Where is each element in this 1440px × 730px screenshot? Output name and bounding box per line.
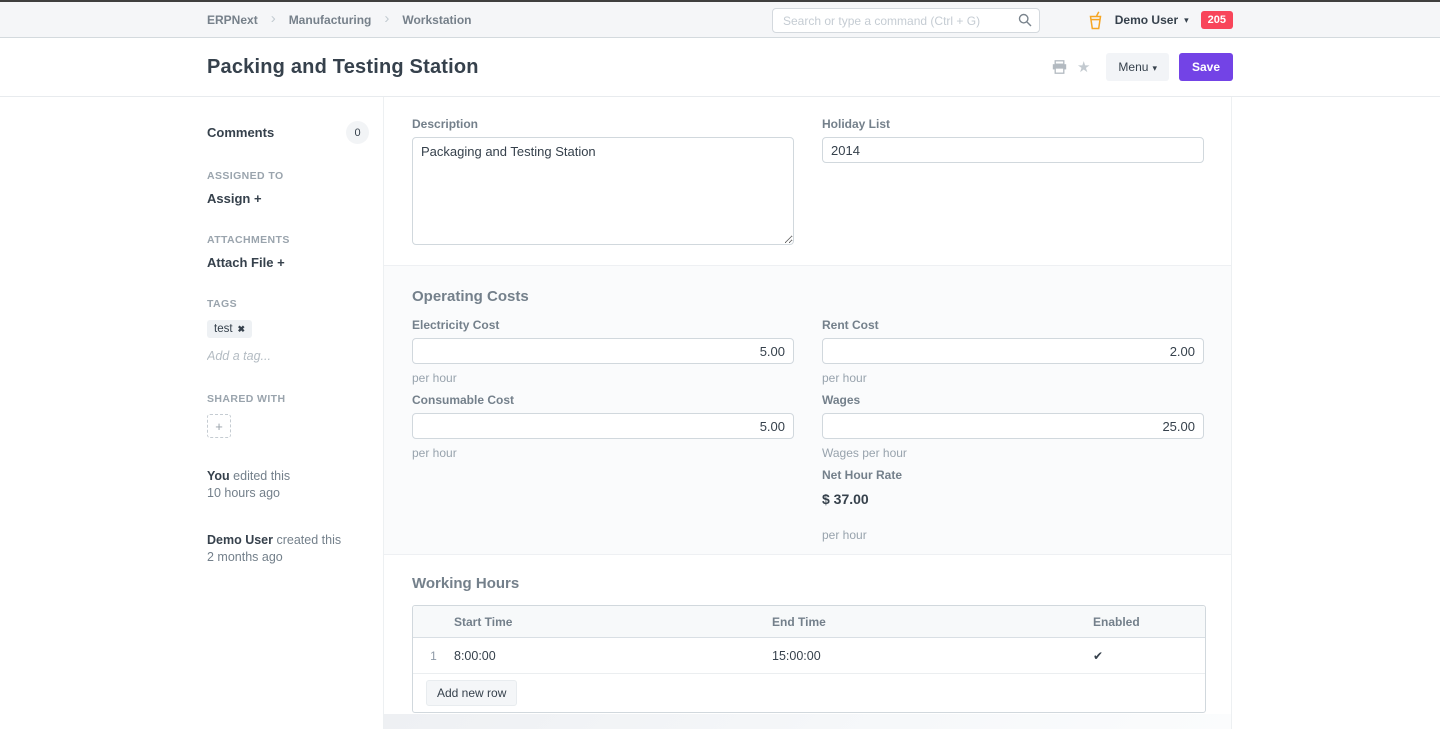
rent-cost-label: Rent Cost bbox=[822, 318, 1204, 332]
comments-count-badge: 0 bbox=[346, 121, 369, 144]
form-sidebar: Comments 0 ASSIGNED TO Assign + ATTACHME… bbox=[207, 97, 383, 729]
menu-button-label: Menu bbox=[1118, 60, 1148, 74]
breadcrumb-item-workstation[interactable]: Workstation bbox=[402, 13, 471, 27]
operating-costs-heading: Operating Costs bbox=[412, 288, 1204, 305]
section-operating-costs: Operating Costs Electricity Cost per hou… bbox=[384, 265, 1231, 555]
shared-with-label: SHARED WITH bbox=[207, 393, 369, 405]
working-hours-heading: Working Hours bbox=[412, 575, 1204, 592]
last-edited-info: You edited this 10 hours ago bbox=[207, 468, 369, 502]
tag-text: test bbox=[214, 323, 233, 335]
comments-link[interactable]: Comments bbox=[207, 125, 274, 140]
edited-by: You bbox=[207, 469, 230, 483]
consumable-cost-label: Consumable Cost bbox=[412, 393, 794, 407]
edited-text: edited this bbox=[230, 469, 290, 483]
juice-icon[interactable] bbox=[1088, 11, 1103, 30]
tag-pill: test ✖ bbox=[207, 320, 252, 338]
assigned-to-label: ASSIGNED TO bbox=[207, 170, 369, 182]
add-share-button[interactable]: + bbox=[207, 414, 231, 438]
created-by: Demo User bbox=[207, 533, 273, 547]
wages-label: Wages bbox=[822, 393, 1204, 407]
menu-button[interactable]: Menu ▾ bbox=[1106, 53, 1169, 81]
edited-when: 10 hours ago bbox=[207, 486, 280, 500]
form-main: Description Packaging and Testing Statio… bbox=[383, 97, 1232, 729]
wages-help: Wages per hour bbox=[822, 446, 1204, 460]
page-head-actions: ★ Menu ▾ Save bbox=[1052, 53, 1233, 81]
wages-field: Wages Wages per hour bbox=[822, 393, 1204, 460]
holiday-list-input[interactable] bbox=[822, 137, 1204, 163]
print-icon[interactable] bbox=[1052, 60, 1067, 74]
page-head: Packing and Testing Station ★ Menu ▾ Save bbox=[0, 38, 1440, 97]
description-label: Description bbox=[412, 117, 794, 131]
row-start-time: 8:00:00 bbox=[454, 649, 772, 663]
comments-row: Comments 0 bbox=[207, 121, 369, 144]
row-index: 1 bbox=[413, 649, 454, 663]
wages-input[interactable] bbox=[822, 413, 1204, 439]
add-tag-input[interactable] bbox=[207, 349, 327, 363]
section-details: Description Packaging and Testing Statio… bbox=[384, 97, 1231, 265]
electricity-cost-input[interactable] bbox=[412, 338, 794, 364]
user-menu[interactable]: Demo User ▾ bbox=[1115, 13, 1189, 27]
description-field: Description Packaging and Testing Statio… bbox=[412, 117, 794, 250]
save-button[interactable]: Save bbox=[1179, 53, 1233, 81]
section-working-hours: Working Hours Start Time End Time Enable… bbox=[384, 555, 1231, 714]
description-textarea[interactable]: Packaging and Testing Station bbox=[412, 137, 794, 245]
tags-label: TAGS bbox=[207, 298, 369, 310]
electricity-cost-help: per hour bbox=[412, 371, 794, 385]
grid-col-end-time: End Time bbox=[772, 615, 1093, 629]
rent-cost-help: per hour bbox=[822, 371, 1204, 385]
page-body: Comments 0 ASSIGNED TO Assign + ATTACHME… bbox=[207, 97, 1232, 729]
global-search bbox=[772, 8, 1040, 33]
created-info: Demo User created this 2 months ago bbox=[207, 532, 369, 566]
breadcrumb-item-erpnext[interactable]: ERPNext bbox=[207, 13, 258, 27]
notifications-badge[interactable]: 205 bbox=[1201, 11, 1233, 29]
chevron-down-icon: ▾ bbox=[1184, 15, 1189, 26]
assign-button[interactable]: Assign + bbox=[207, 191, 369, 206]
chevron-right-icon: › bbox=[271, 11, 276, 26]
grid-col-enabled: Enabled bbox=[1093, 615, 1205, 629]
chevron-down-icon: ▾ bbox=[1152, 63, 1157, 73]
star-icon[interactable]: ★ bbox=[1077, 58, 1090, 76]
search-icon[interactable] bbox=[1018, 13, 1032, 27]
created-when: 2 months ago bbox=[207, 550, 283, 564]
attachments-label: ATTACHMENTS bbox=[207, 234, 369, 246]
consumable-cost-field: Consumable Cost per hour bbox=[412, 393, 794, 460]
net-hour-rate-help: per hour bbox=[822, 528, 1204, 542]
enabled-check-icon: ✔ bbox=[1093, 649, 1103, 663]
breadcrumb-item-manufacturing[interactable]: Manufacturing bbox=[289, 13, 372, 27]
holiday-list-field: Holiday List bbox=[822, 117, 1204, 163]
grid-header: Start Time End Time Enabled bbox=[413, 606, 1205, 638]
consumable-cost-input[interactable] bbox=[412, 413, 794, 439]
net-hour-rate-value: $ 37.00 bbox=[822, 491, 1204, 507]
consumable-cost-help: per hour bbox=[412, 446, 794, 460]
net-hour-rate-label: Net Hour Rate bbox=[822, 468, 1204, 482]
navbar-right: Demo User ▾ 205 bbox=[1088, 2, 1233, 38]
attach-file-button[interactable]: Attach File + bbox=[207, 255, 369, 270]
net-hour-rate-block: Net Hour Rate $ 37.00 per hour bbox=[822, 468, 1204, 542]
search-input[interactable] bbox=[772, 8, 1040, 33]
user-name: Demo User bbox=[1115, 13, 1178, 27]
grid-col-start-time: Start Time bbox=[454, 615, 772, 629]
holiday-list-label: Holiday List bbox=[822, 117, 1204, 131]
page-title: Packing and Testing Station bbox=[207, 56, 479, 79]
working-hours-grid: Start Time End Time Enabled 1 8:00:00 15… bbox=[412, 605, 1206, 713]
page-bottom-fade bbox=[384, 714, 1231, 729]
add-new-row-button[interactable]: Add new row bbox=[426, 680, 517, 706]
row-end-time: 15:00:00 bbox=[772, 649, 1093, 663]
rent-cost-field: Rent Cost per hour bbox=[822, 318, 1204, 385]
created-text: created this bbox=[273, 533, 341, 547]
remove-tag-icon[interactable]: ✖ bbox=[238, 324, 246, 335]
table-row[interactable]: 1 8:00:00 15:00:00 ✔ bbox=[413, 638, 1205, 674]
navbar: ERPNext › Manufacturing › Workstation De… bbox=[0, 2, 1440, 38]
breadcrumb: ERPNext › Manufacturing › Workstation bbox=[207, 12, 471, 27]
chevron-right-icon: › bbox=[384, 11, 389, 26]
electricity-cost-label: Electricity Cost bbox=[412, 318, 794, 332]
electricity-cost-field: Electricity Cost per hour bbox=[412, 318, 794, 385]
rent-cost-input[interactable] bbox=[822, 338, 1204, 364]
grid-footer: Add new row bbox=[413, 674, 1205, 712]
